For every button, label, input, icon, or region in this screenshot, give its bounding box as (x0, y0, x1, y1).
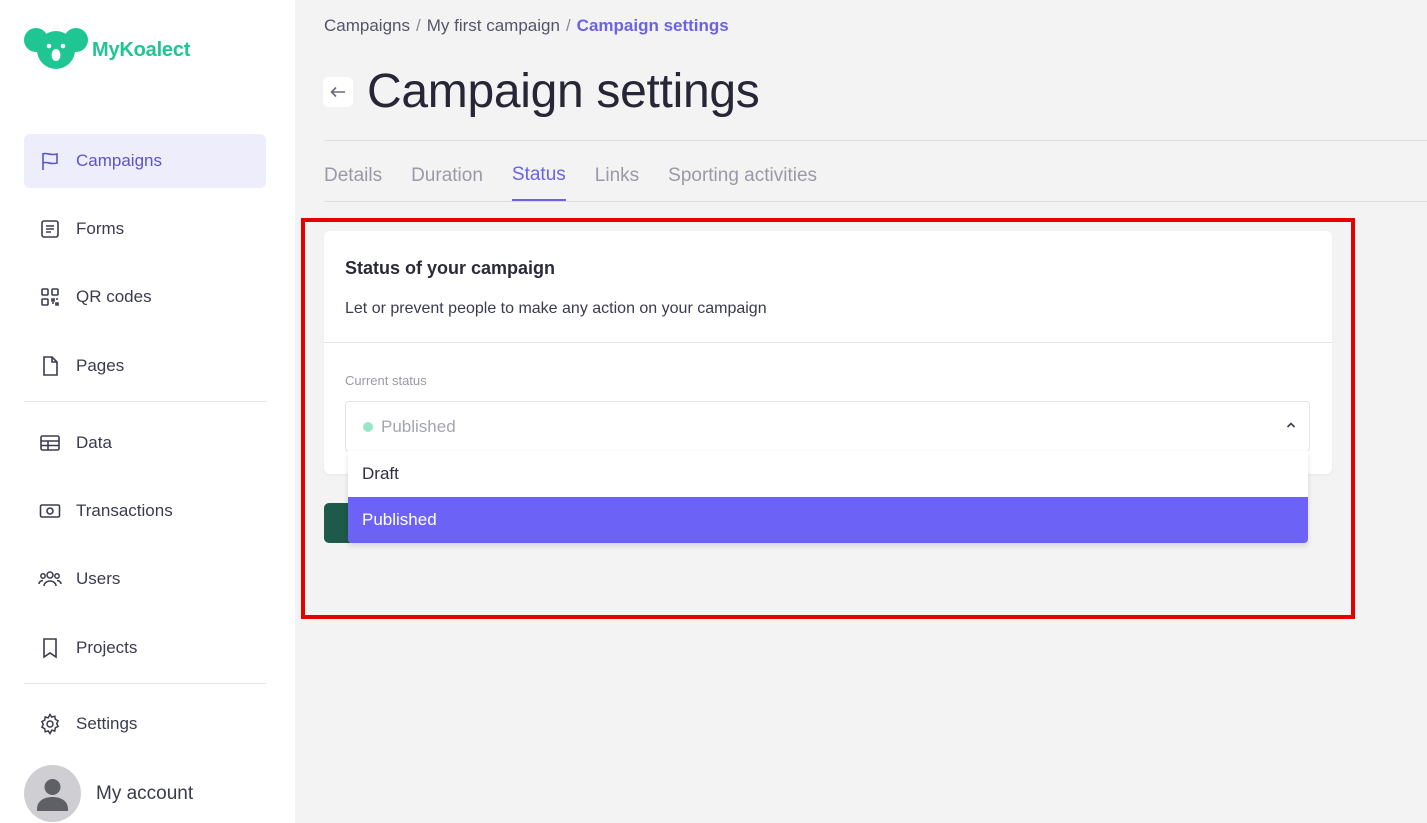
sidebar-item-qr-codes[interactable]: QR codes (24, 270, 266, 324)
highlight-box (301, 218, 1355, 619)
breadcrumb-current: Campaign settings (576, 16, 729, 35)
flag-icon (38, 149, 62, 173)
sidebar-item-label: Campaigns (76, 151, 162, 170)
app-logo[interactable]: MyKoalect (24, 26, 190, 70)
back-button[interactable] (323, 77, 353, 107)
user-avatar-icon (37, 779, 68, 811)
form-icon (38, 217, 62, 241)
nav-divider (24, 683, 266, 684)
sidebar-item-users[interactable]: Users (24, 552, 266, 606)
table-icon (38, 431, 62, 455)
sidebar-item-data[interactable]: Data (24, 416, 266, 470)
sidebar-item-label: Projects (76, 638, 138, 657)
sidebar-item-settings[interactable]: Settings (24, 697, 266, 751)
sidebar-item-campaigns[interactable]: Campaigns (24, 134, 266, 188)
my-account[interactable]: My account (24, 765, 193, 822)
sidebar-item-label: QR codes (76, 287, 152, 306)
arrow-left-icon (330, 86, 345, 98)
tab-duration[interactable]: Duration (411, 150, 483, 201)
sidebar-item-label: Transactions (76, 501, 173, 520)
divider (324, 201, 1427, 202)
account-label: My account (96, 782, 194, 804)
sidebar-item-label: Settings (76, 714, 138, 733)
page-icon (38, 354, 62, 378)
sidebar-item-forms[interactable]: Forms (24, 202, 266, 256)
settings-tabs: Details Duration Status Links Sporting a… (324, 150, 846, 202)
avatar (24, 765, 81, 822)
sidebar-item-projects[interactable]: Projects (24, 621, 266, 675)
sidebar-item-label: Users (76, 569, 121, 588)
sidebar-item-label: Forms (76, 219, 125, 238)
sidebar-item-label: Data (76, 433, 112, 452)
gear-icon (38, 712, 62, 736)
app-name: MyKoalect (92, 38, 191, 61)
qr-code-icon (38, 285, 62, 309)
sidebar-item-transactions[interactable]: Transactions (24, 484, 266, 538)
breadcrumb-item[interactable]: Campaigns (324, 16, 410, 36)
money-icon (38, 499, 62, 523)
tab-status[interactable]: Status (511, 150, 566, 201)
nav-divider (24, 401, 266, 402)
divider (324, 140, 1427, 141)
bookmark-icon (38, 636, 62, 660)
breadcrumb: Campaigns / My first campaign / Campaign… (324, 16, 729, 36)
tab-sporting-activities[interactable]: Sporting activities (668, 150, 817, 201)
sidebar-item-pages[interactable]: Pages (24, 339, 266, 393)
tab-links[interactable]: Links (595, 150, 639, 201)
breadcrumb-item[interactable]: My first campaign (427, 16, 560, 36)
users-icon (38, 567, 62, 591)
sidebar-item-label: Pages (76, 356, 125, 375)
tab-details[interactable]: Details (324, 150, 382, 201)
breadcrumb-separator: / (565, 16, 571, 35)
koala-logo-icon (24, 28, 88, 69)
breadcrumb-separator: / (416, 16, 421, 35)
page-title: Campaign settings (367, 65, 760, 118)
sidebar: MyKoalect Campaigns Forms QR codes Pages… (0, 0, 295, 823)
